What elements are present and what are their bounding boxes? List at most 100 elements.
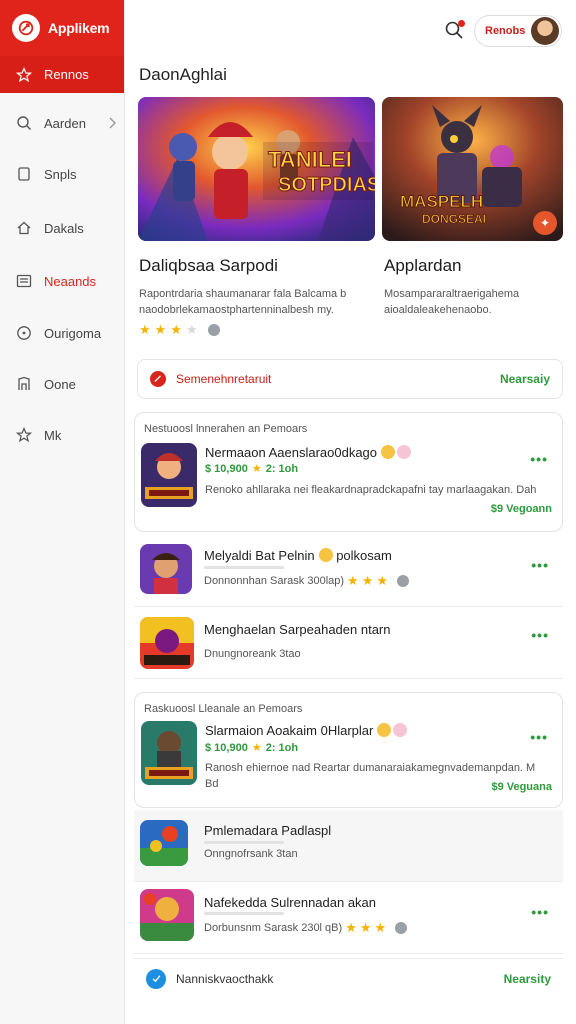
footer-bar[interactable]: Nanniskvaocthakk Nearsity (134, 958, 563, 998)
star-filled-icon: ★ (345, 920, 357, 935)
check-icon (146, 968, 166, 989)
sidebar-item-label: Oone (44, 376, 76, 392)
star-filled-icon: ★ (251, 462, 262, 475)
star-filled-icon: ★ (359, 920, 372, 935)
app-thumbnail[interactable] (141, 721, 197, 785)
emoji-icon (393, 723, 408, 737)
list-icon (16, 274, 32, 288)
app-name-text-2: polkosam (336, 548, 392, 563)
sidebar-item-snpls[interactable]: Snpls (0, 159, 125, 189)
app-logo-icon (12, 14, 40, 42)
price-tag[interactable]: $9 Vegoann (491, 503, 552, 515)
sidebar-item-dakals[interactable]: Dakals (0, 213, 125, 243)
app-name[interactable]: Nafekedda Sulrennadan akan (204, 895, 376, 910)
more-options-icon[interactable]: ••• (531, 627, 549, 643)
sidebar-item-label: Snpls (44, 166, 77, 182)
top-bar: Renobs (125, 0, 576, 60)
app-thumbnail[interactable] (140, 544, 192, 594)
list-item[interactable]: Melyaldi Bat Pelnin polkosam Donnonnhan … (134, 535, 563, 607)
featured-art-text-3: MASPELH (400, 192, 483, 211)
more-options-icon[interactable]: ••• (531, 904, 549, 920)
info-icon (207, 323, 220, 336)
app-name-text: Pmlemadara Padlaspl (204, 823, 332, 838)
featured-title-1[interactable]: Daliqbsaa Sarpodi (139, 256, 278, 276)
sidebar-item-label: Aarden (44, 115, 86, 131)
list-item[interactable]: Nafekedda Sulrennadan akan Dorbunsnm Sar… (134, 882, 563, 954)
sidebar-item-neaands[interactable]: Neaands (0, 266, 125, 296)
promo-label: Semenehnretaruit (176, 372, 272, 386)
featured-title-2[interactable]: Applardan (384, 256, 462, 276)
rating-text: 2: 1oh (265, 463, 299, 475)
app-thumbnail[interactable] (141, 443, 197, 507)
featured-description-2: Mosampararaltraerigahema aioaldaleakehen… (384, 288, 520, 316)
featured-art-text-4: DONGSEAI (422, 212, 486, 226)
app-thumbnail[interactable] (140, 820, 188, 866)
square-icon (18, 167, 30, 181)
sidebar-item-ourigoma[interactable]: Ourigoma (0, 318, 125, 348)
card-heading: Nestuoosl lnnerahen an Pemoars (144, 423, 308, 435)
app-sub-text: Donnonnhan Sarask 300lap) (204, 574, 345, 587)
footer-action-link[interactable]: Nearsity (504, 972, 551, 986)
promo-action-link[interactable]: Nearsaiy (500, 372, 550, 386)
sidebar-item-label: Neaands (44, 273, 97, 289)
sidebar: Applikem Rennos Aarden Snpls Dakals Neaa… (0, 0, 125, 1024)
star-filled-icon: ★ (376, 573, 389, 588)
app-name[interactable]: Pmlemadara Padlaspl (204, 823, 331, 838)
page-title: DaonAghlai (139, 65, 227, 84)
price-tag[interactable]: $9 Veguana (491, 781, 552, 793)
rating-text: 2: 1oh (265, 742, 299, 754)
app-name-text: Slarmaion Aoakaim 0Hlarplar (205, 723, 374, 738)
sidebar-item-mk[interactable]: Mk (0, 420, 125, 450)
list-item[interactable]: Pmlemadara Padlaspl Onngnofrsank 3tan (134, 810, 563, 882)
app-name-text: Melyaldi Bat Pelnin (204, 548, 315, 563)
emoji-icon (397, 445, 412, 459)
avatar[interactable] (531, 17, 559, 45)
fire-badge-icon: ✦ (533, 211, 557, 235)
star-filled-icon: ★ (347, 573, 359, 588)
user-name: Renobs (485, 25, 526, 37)
app-subtitle: Dorbunsnm Sarask 230l qB) ★ ★ ★ (204, 920, 408, 935)
more-options-icon[interactable]: ••• (530, 729, 548, 745)
app-name-text: Nafekedda Sulrennadan akan (204, 895, 377, 910)
chevron-right-icon (109, 117, 116, 129)
list-item[interactable]: Menghaelan Sarpeahaden ntarn Dnungnorean… (134, 607, 563, 679)
app-name-text: Menghaelan Sarpeahaden ntarn (204, 622, 391, 637)
more-options-icon[interactable]: ••• (531, 557, 549, 573)
app-thumbnail[interactable] (140, 889, 194, 941)
app-sub-text: Onngnofrsank 3tan (204, 848, 298, 860)
search-icon (17, 116, 31, 130)
sidebar-item-label: Ourigoma (44, 325, 102, 341)
more-options-icon[interactable]: ••• (530, 451, 548, 467)
emoji-icon (381, 445, 396, 459)
app-card[interactable]: Raskuoosl Lleanale an Pemoars Slarmaion … (134, 692, 563, 808)
star-filled-icon: ★ (170, 322, 182, 337)
app-thumbnail[interactable] (140, 617, 194, 669)
featured-banner-2[interactable]: MASPELH DONGSEAI ✦ (382, 97, 563, 241)
sidebar-item-oone[interactable]: Oone (0, 369, 125, 399)
price-line: $ 10,900 ★ 2: 1oh (205, 463, 298, 475)
placeholder-line (204, 566, 284, 569)
sidebar-item-search[interactable]: Aarden (0, 108, 125, 138)
app-subtitle: Onngnofrsank 3tan (204, 848, 298, 860)
featured-banner-1[interactable]: TANILEI SOTPDIAS! (138, 97, 375, 241)
app-name[interactable]: Nermaaon Aaenslarao0dkago (205, 445, 412, 460)
app-name[interactable]: Slarmaion Aoakaim 0Hlarplar (205, 723, 408, 738)
bookmark-icon (18, 376, 30, 390)
app-description: Ranosh ehiernoe nad Reartar dumanaraiaka… (205, 762, 536, 790)
star-empty-icon: ★ (185, 322, 198, 337)
info-icon (397, 574, 410, 587)
app-brand[interactable]: Applikem (0, 0, 124, 56)
user-menu[interactable]: Renobs (474, 15, 562, 47)
promo-bar[interactable]: Semenehnretaruit Nearsaiy (137, 359, 563, 399)
app-name[interactable]: Melyaldi Bat Pelnin polkosam (204, 548, 392, 563)
star-filled-icon: ★ (361, 573, 374, 588)
app-name[interactable]: Menghaelan Sarpeahaden ntarn (204, 622, 390, 637)
notification-dot (458, 20, 465, 27)
star-filled-icon: ★ (154, 322, 167, 337)
placeholder-line (204, 841, 284, 844)
price-line: $ 10,900 ★ 2: 1oh (205, 742, 298, 754)
app-card[interactable]: Nestuoosl lnnerahen an Pemoars Nermaaon … (134, 412, 563, 532)
sidebar-item-active[interactable]: Rennos (0, 56, 124, 93)
info-icon (395, 921, 408, 934)
featured-art-text-2: SOTPDIAS! (278, 174, 375, 196)
